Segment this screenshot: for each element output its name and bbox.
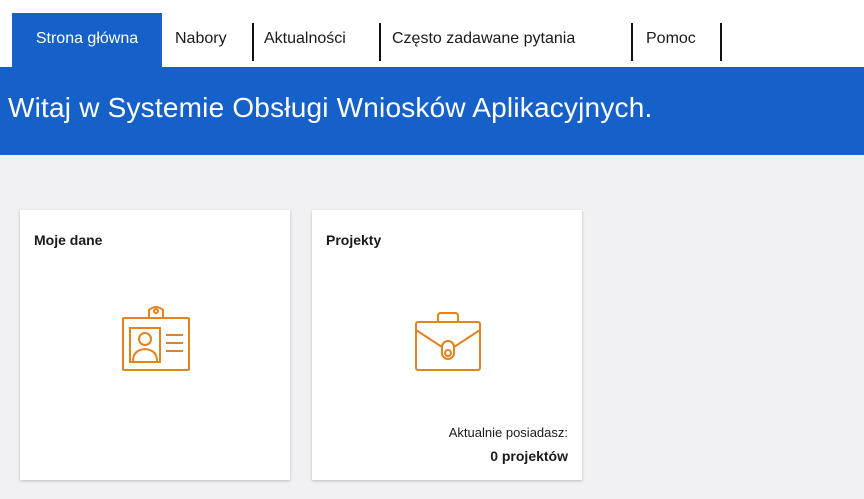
nav-item-calls[interactable]: Nabory [175, 13, 227, 67]
id-badge-icon [119, 302, 193, 376]
nav-separator [631, 23, 633, 61]
briefcase-icon [411, 305, 485, 379]
projects-note: Aktualnie posiadasz: [448, 425, 568, 440]
tile-my-data[interactable]: Moje dane [20, 210, 290, 480]
nav-separator [379, 23, 381, 61]
nav-separator [252, 23, 254, 61]
page-title: Witaj w Systemie Obsługi Wniosków Aplika… [8, 92, 653, 123]
nav-item-faq[interactable]: Często zadawane pytania [392, 13, 575, 67]
tile-title: Moje dane [34, 232, 103, 248]
nav-item-help[interactable]: Pomoc [646, 13, 696, 67]
top-navigation: Strona główna Nabory Aktualności Często … [0, 0, 864, 67]
nav-item-news[interactable]: Aktualności [264, 13, 346, 67]
tile-title: Projekty [326, 232, 382, 248]
nav-item-home[interactable]: Strona główna [12, 13, 162, 67]
projects-count: 0 projektów [490, 448, 568, 464]
tile-projects[interactable]: Projekty Aktualnie posiadasz: 0 projektó… [312, 210, 582, 480]
nav-separator [720, 23, 722, 61]
